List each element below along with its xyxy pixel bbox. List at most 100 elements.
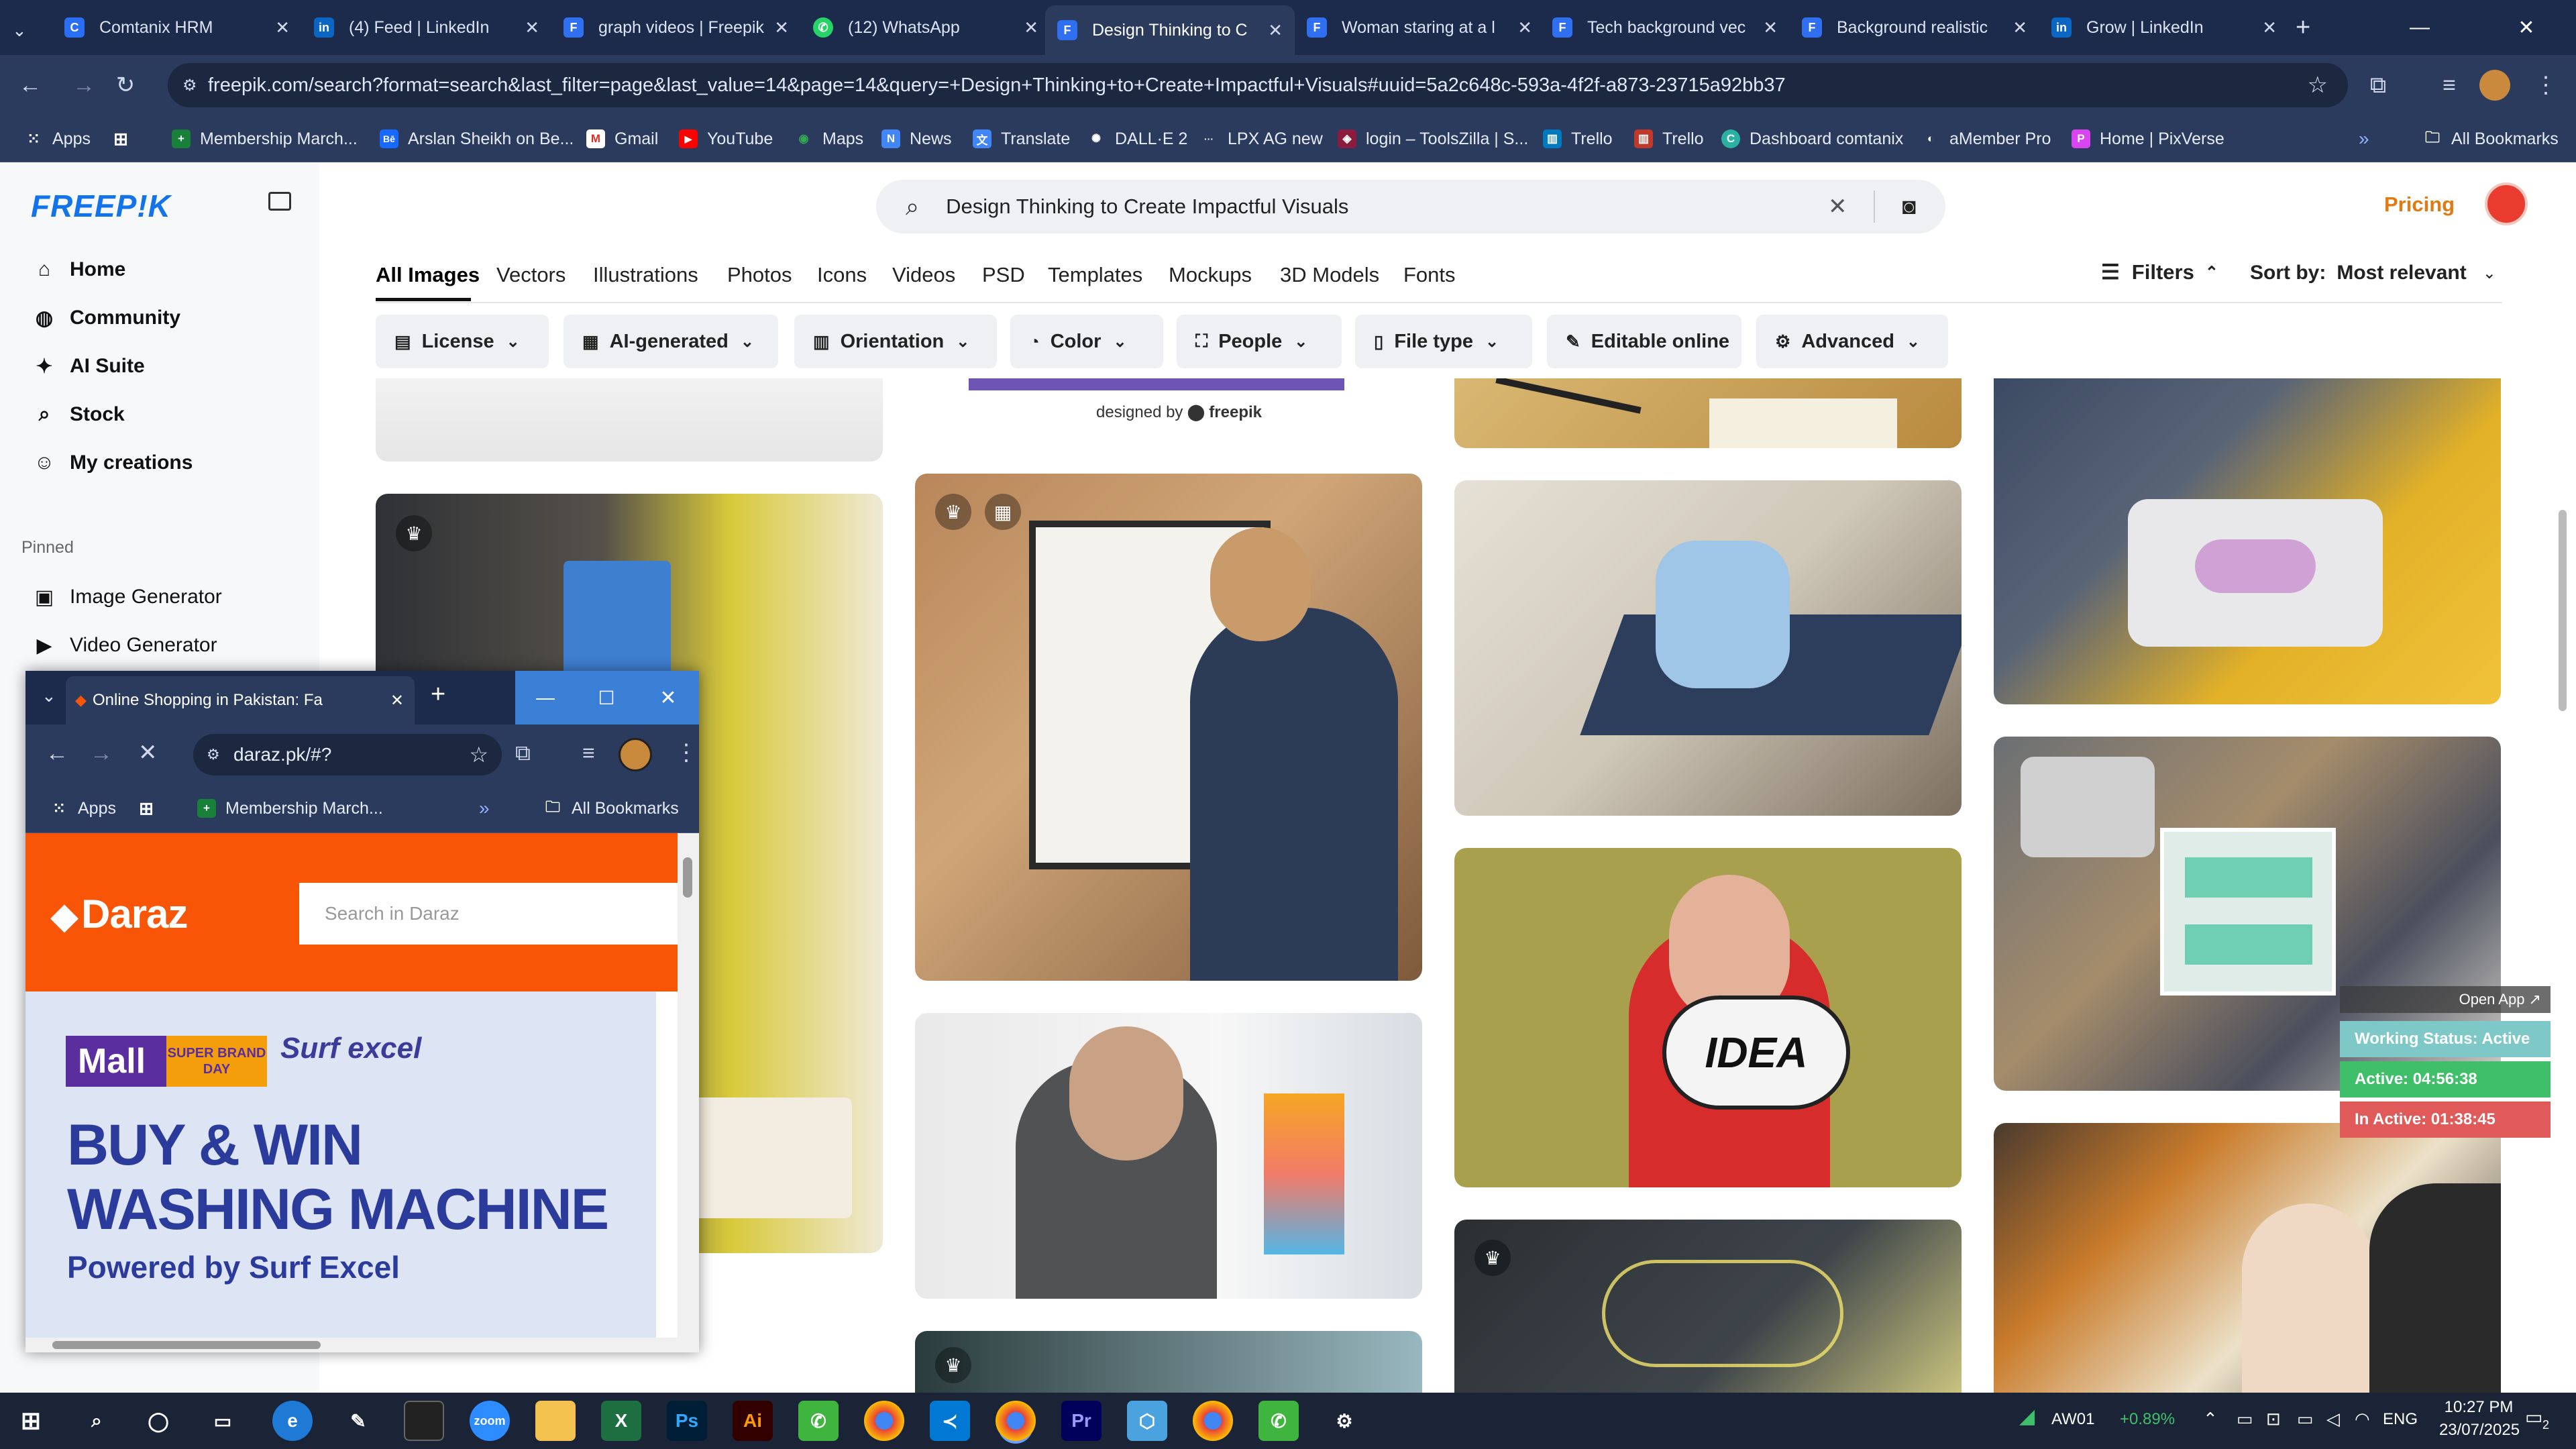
start-button[interactable]: ⊞ [11,1401,51,1441]
taskbar-edge[interactable]: e [272,1401,313,1441]
image-card[interactable]: IDEA [1454,848,1962,1187]
bookmark-toolszilla[interactable]: ◈ login – ToolsZilla | S... [1338,115,1528,162]
taskbar-zoom[interactable]: zoom [470,1401,510,1441]
tab-linkedin-feed[interactable]: in (4) Feed | LinkedIn ✕ [302,7,551,48]
network-icon[interactable]: ⊡ [2266,1409,2281,1430]
taskbar-vscode[interactable]: ≺ [930,1401,970,1441]
close-icon[interactable]: ✕ [1268,20,1283,41]
filter-color[interactable]: ◔ Color ⌄ [1010,315,1163,368]
taskbar-chrome[interactable] [864,1401,904,1441]
popup-hscroll-thumb[interactable] [52,1341,321,1349]
tab-search-button[interactable]: ⌄ [0,9,47,51]
open-app-button[interactable]: Open App ↗ [2340,986,2551,1013]
filter-file-type[interactable]: ▯ File type ⌄ [1355,315,1532,368]
sidebar-item-my-creations[interactable]: ☺ My creations [31,443,193,483]
meet-now-icon[interactable]: ▭ [2237,1409,2253,1430]
back-button[interactable]: ← [46,741,68,767]
popup-scrollbar[interactable] [678,833,699,1352]
daraz-search-input[interactable]: Search in Daraz [299,883,678,945]
taskbar-app-green-2[interactable]: ✆ [1258,1401,1299,1441]
bookmark-grid[interactable]: ⊞ [111,115,140,162]
language-indicator[interactable]: ENG [2383,1410,2418,1429]
tab-tech-background[interactable]: F Tech background vec ✕ [1540,7,1790,48]
collapse-sidebar-icon[interactable] [268,192,291,211]
close-icon[interactable]: ✕ [1517,17,1532,38]
filter-people[interactable]: ⛶ People ⌄ [1177,315,1342,368]
bookmark-apps[interactable]: ⁙ Apps [50,785,116,832]
taskbar-settings[interactable]: ⚙ [1324,1401,1364,1441]
tab-videos[interactable]: Videos [892,263,955,287]
maximize-button[interactable]: ☐ [576,671,637,724]
taskbar-cortana[interactable]: ◯ [138,1401,178,1441]
minimize-button[interactable]: — [2363,0,2477,55]
image-card[interactable] [376,378,883,462]
bookmark-dashboard[interactable]: C Dashboard comtanix [1721,115,1903,162]
bookmark-apps[interactable]: ⁙ Apps [24,115,91,162]
filter-editable-online[interactable]: ✎ Editable online [1547,315,1741,368]
taskbar-file-explorer[interactable] [535,1401,576,1441]
close-icon[interactable]: ✕ [774,17,789,38]
forward-button[interactable]: → [90,741,113,767]
chevron-down-icon[interactable]: ⌄ [42,686,56,706]
popup-address-bar[interactable]: ⚙ daraz.pk/#? ☆ [193,734,502,775]
avatar[interactable] [619,738,652,771]
close-window-button[interactable]: ✕ [637,671,699,724]
taskbar-premiere[interactable]: Pr [1061,1401,1102,1441]
taskbar-app-green[interactable]: ✆ [798,1401,839,1441]
bookmark-maps[interactable]: ◉ Maps [794,115,864,162]
sidebar-item-video-generator[interactable]: ▶ Video Generator [31,625,217,665]
stock-chart-icon[interactable]: ◢ [2019,1405,2035,1428]
bookmark-lpx[interactable]: ··· LPX AG new [1199,115,1323,162]
bookmark-gmail[interactable]: M Gmail [586,115,658,162]
reload-button[interactable]: ↻ [109,68,142,102]
tab-psd[interactable]: PSD [982,263,1025,287]
minimize-button[interactable]: — [515,671,576,724]
menu-button[interactable]: ⋮ [2529,68,2563,102]
popup-tab-daraz[interactable]: ◆ Online Shopping in Pakistan: Fa ✕ [66,676,415,724]
playlist-icon[interactable]: ≡ [582,741,595,765]
tab-whatsapp[interactable]: ✆ (12) WhatsApp ✕ [801,7,1051,48]
taskbar-photoshop[interactable]: Ps [667,1401,707,1441]
display-icon[interactable]: ▭ [2297,1409,2314,1430]
image-card[interactable] [1454,378,1962,448]
filter-license[interactable]: ▤ License ⌄ [376,315,549,368]
bookmarks-overflow-button[interactable]: » [2359,115,2369,162]
close-icon[interactable]: ✕ [525,17,539,38]
extensions-icon[interactable]: ⧉ [515,741,531,766]
tab-woman-staring[interactable]: F Woman staring at a l ✕ [1295,7,1544,48]
tab-mockups[interactable]: Mockups [1169,263,1252,287]
tab-photos[interactable]: Photos [727,263,792,287]
tab-graph-videos[interactable]: F graph videos | Freepik ✕ [551,7,801,48]
star-icon[interactable]: ☆ [2308,72,2328,99]
sort-dropdown[interactable]: Sort by: Most relevant ⌄ [2250,262,2496,284]
camera-icon[interactable]: ◙ [1902,194,1916,220]
image-card[interactable]: ♛ ▦ [915,474,1422,981]
filters-toggle[interactable]: ☰ Filters ⌃ [2101,260,2218,284]
bookmark-arslan[interactable]: Bē Arslan Sheikh on Be... [380,115,574,162]
site-info-icon[interactable]: ⚙ [182,76,197,95]
tab-fonts[interactable]: Fonts [1403,263,1456,287]
taskbar-illustrator[interactable]: Ai [733,1401,773,1441]
clock-time[interactable]: 10:27 PM [2442,1398,2516,1417]
image-card[interactable] [1454,480,1962,816]
tab-all-images[interactable]: All Images [376,263,480,287]
close-icon[interactable]: ✕ [2262,17,2277,38]
bookmark-membership[interactable]: + Membership March... [197,785,383,832]
bookmark-translate[interactable]: 文 Translate [973,115,1070,162]
taskbar-excel[interactable]: X [601,1401,641,1441]
tab-icons[interactable]: Icons [817,263,867,287]
pricing-link[interactable]: Pricing [2384,193,2455,217]
tab-grow-linkedin[interactable]: in Grow | LinkedIn ✕ [2039,7,2289,48]
forward-button[interactable]: → [67,68,101,102]
close-icon[interactable]: ✕ [390,691,404,710]
profile-button[interactable] [2478,68,2512,102]
image-card[interactable] [915,1013,1422,1299]
sidebar-item-stock[interactable]: ⌕ Stock [31,394,125,435]
tab-illustrations[interactable]: Illustrations [593,263,698,287]
image-card[interactable]: ♛ [1454,1220,1962,1393]
bookmark-trello-1[interactable]: ▥ Trello [1543,115,1613,162]
stop-loading-button[interactable]: ✕ [138,739,158,766]
bookmark-grid[interactable]: ⊞ [137,785,165,832]
sidebar-item-home[interactable]: ⌂ Home [31,250,125,290]
search-bar[interactable]: ⌕ Design Thinking to Create Impactful Vi… [876,180,1945,233]
